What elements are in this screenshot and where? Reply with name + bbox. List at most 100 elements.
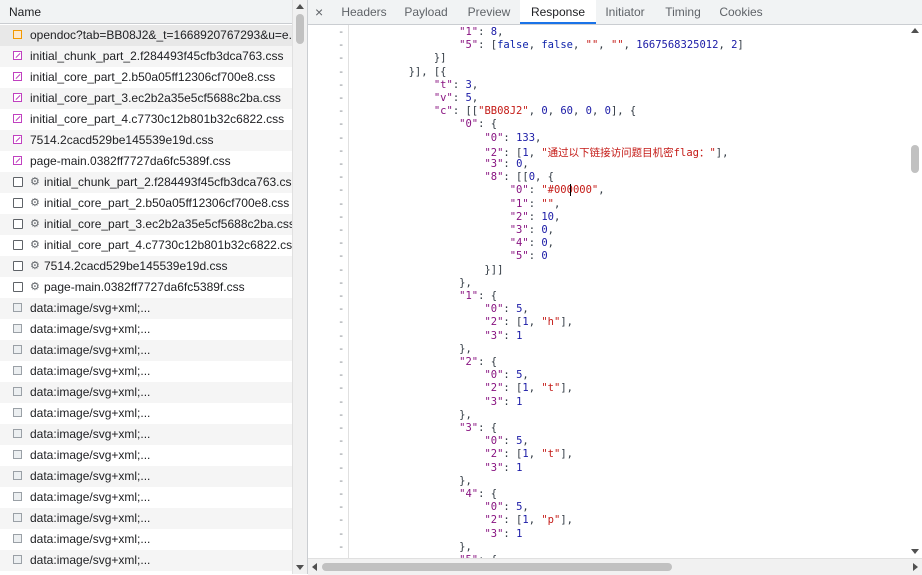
- tab-headers[interactable]: Headers: [330, 0, 398, 24]
- response-vertical-scrollbar[interactable]: [908, 25, 922, 558]
- gutter-marker: -: [338, 39, 345, 52]
- request-row[interactable]: data:image/svg+xml;...: [0, 529, 292, 550]
- request-name: data:image/svg+xml;...: [30, 343, 151, 357]
- gutter-marker: -: [338, 237, 345, 250]
- gutter-marker: -: [338, 488, 345, 500]
- request-row[interactable]: ⚙ initial_core_part_4.c7730c12b801b32c682…: [0, 235, 292, 256]
- gutter-marker: -: [338, 276, 345, 289]
- tab-cookies[interactable]: Cookies: [712, 0, 770, 24]
- response-line: "1": {: [459, 290, 498, 302]
- gutter-marker: -: [338, 369, 345, 382]
- gear-icon: ⚙: [30, 218, 40, 230]
- gutter-marker: -: [338, 118, 345, 131]
- request-row[interactable]: data:image/svg+xml;...: [0, 382, 292, 403]
- request-row[interactable]: initial_core_part_2.b50a05ff12306cf700e8…: [0, 67, 292, 88]
- request-name: page-main.0382ff7727da6fc5389f.css: [30, 154, 231, 168]
- request-row[interactable]: data:image/svg+xml;...: [0, 487, 292, 508]
- gutter-marker: -: [338, 329, 345, 342]
- tab-payload[interactable]: Payload: [396, 0, 456, 24]
- request-row[interactable]: data:image/svg+xml;...: [0, 445, 292, 466]
- gutter-marker: -: [338, 171, 345, 184]
- response-line: "c": [["BB08J2", 0, 60, 0, 0], {: [433, 105, 637, 118]
- close-icon[interactable]: ×: [315, 0, 323, 24]
- request-name: initial_chunk_part_2.f284493f45cfb3dca76…: [44, 175, 292, 189]
- request-row[interactable]: data:image/svg+xml;...: [0, 319, 292, 340]
- checkbox-icon[interactable]: [13, 219, 23, 229]
- request-row[interactable]: initial_core_part_4.c7730c12b801b32c6822…: [0, 109, 292, 130]
- request-name: data:image/svg+xml;...: [30, 490, 151, 504]
- request-name: initial_core_part_3.ec2b2a35e5cf5688c2ba…: [30, 91, 281, 105]
- gear-icon: ⚙: [30, 176, 40, 188]
- request-row[interactable]: initial_core_part_3.ec2b2a35e5cf5688c2ba…: [0, 88, 292, 109]
- request-name: data:image/svg+xml;...: [30, 301, 151, 315]
- request-row[interactable]: 7514.2cacd529be145539e19d.css: [0, 130, 292, 151]
- scroll-right-arrow-icon[interactable]: [913, 563, 918, 571]
- request-row[interactable]: initial_chunk_part_2.f284493f45cfb3dca76…: [0, 46, 292, 67]
- gutter-marker: -: [338, 250, 345, 263]
- request-row[interactable]: ⚙ initial_core_part_3.ec2b2a35e5cf5688c2b…: [0, 214, 292, 235]
- request-row[interactable]: data:image/svg+xml;...: [0, 361, 292, 382]
- request-name: data:image/svg+xml;...: [30, 322, 151, 336]
- checkbox-icon[interactable]: [13, 177, 23, 187]
- request-row[interactable]: data:image/svg+xml;...: [0, 403, 292, 424]
- svg-image-icon: [13, 303, 22, 312]
- css-file-icon: [13, 93, 22, 102]
- tab-initiator[interactable]: Initiator: [596, 0, 654, 24]
- name-column-header[interactable]: Name: [0, 0, 292, 24]
- request-name: 7514.2cacd529be145539e19d.css: [30, 133, 214, 147]
- request-row[interactable]: data:image/svg+xml;...: [0, 550, 292, 571]
- request-name: data:image/svg+xml;...: [30, 448, 151, 462]
- css-file-icon: [13, 156, 22, 165]
- request-row[interactable]: data:image/svg+xml;...: [0, 424, 292, 445]
- response-line: "3": {: [459, 422, 498, 434]
- request-row[interactable]: ⚙ page-main.0382ff7727da6fc5389f.css: [0, 277, 292, 298]
- request-row[interactable]: ⚙ 7514.2cacd529be145539e19d.css: [0, 256, 292, 277]
- request-list-scrollbar[interactable]: [292, 0, 307, 574]
- gutter-marker: -: [338, 303, 345, 316]
- response-line: "3": 1: [484, 329, 523, 342]
- response-line: "0": 5,: [484, 369, 529, 382]
- scroll-down-arrow-icon[interactable]: [296, 565, 304, 570]
- gutter-marker: -: [338, 290, 345, 302]
- scrollbar-thumb[interactable]: [296, 14, 304, 44]
- scroll-left-arrow-icon[interactable]: [312, 563, 317, 571]
- tab-preview[interactable]: Preview: [458, 0, 520, 24]
- gutter-marker: -: [338, 184, 345, 197]
- response-horizontal-scrollbar[interactable]: [308, 558, 922, 575]
- gear-icon: ⚙: [30, 260, 40, 272]
- request-row[interactable]: ⚙ initial_core_part_2.b50a05ff12306cf700e…: [0, 193, 292, 214]
- checkbox-icon[interactable]: [13, 282, 23, 292]
- gutter-marker: -: [338, 474, 345, 487]
- request-row[interactable]: data:image/svg+xml;...: [0, 466, 292, 487]
- request-row[interactable]: data:image/svg+xml;...: [0, 298, 292, 319]
- tab-timing[interactable]: Timing: [654, 0, 712, 24]
- request-row[interactable]: page-main.0382ff7727da6fc5389f.css: [0, 151, 292, 172]
- response-line: "3": 0,: [509, 224, 554, 236]
- scrollbar-thumb[interactable]: [322, 563, 672, 571]
- response-line: "1": 8,: [459, 26, 504, 38]
- response-line: }], [{: [358, 65, 447, 78]
- response-line: "5": [false, false, "", "", 166756832501…: [459, 39, 744, 52]
- scroll-up-arrow-icon[interactable]: [911, 28, 919, 33]
- request-row[interactable]: data:image/svg+xml;...: [0, 508, 292, 529]
- checkbox-icon[interactable]: [13, 198, 23, 208]
- scrollbar-thumb[interactable]: [911, 145, 919, 173]
- request-name: data:image/svg+xml;...: [30, 553, 151, 567]
- gutter-marker: -: [338, 65, 345, 78]
- response-line: "3": 0,: [484, 158, 529, 170]
- request-row[interactable]: data:image/svg+xml;...: [0, 340, 292, 361]
- request-row[interactable]: ⚙ initial_chunk_part_2.f284493f45cfb3dca7…: [0, 172, 292, 193]
- request-row[interactable]: opendoc?tab=BB08J2&_t=1668920767293&u=e.…: [0, 25, 292, 46]
- checkbox-icon[interactable]: [13, 240, 23, 250]
- response-line: },: [358, 276, 472, 289]
- scroll-up-arrow-icon[interactable]: [296, 4, 304, 9]
- svg-image-icon: [13, 366, 22, 375]
- tab-response[interactable]: Response: [520, 0, 596, 24]
- checkbox-icon[interactable]: [13, 261, 23, 271]
- gutter-marker: -: [338, 395, 345, 408]
- response-line: "t": 3,: [433, 78, 479, 91]
- gutter-marker: -: [338, 540, 345, 553]
- scroll-down-arrow-icon[interactable]: [911, 549, 919, 554]
- response-line: "2": [1, "t"],: [484, 448, 573, 461]
- response-viewer[interactable]: ----------------------------------------…: [308, 25, 908, 558]
